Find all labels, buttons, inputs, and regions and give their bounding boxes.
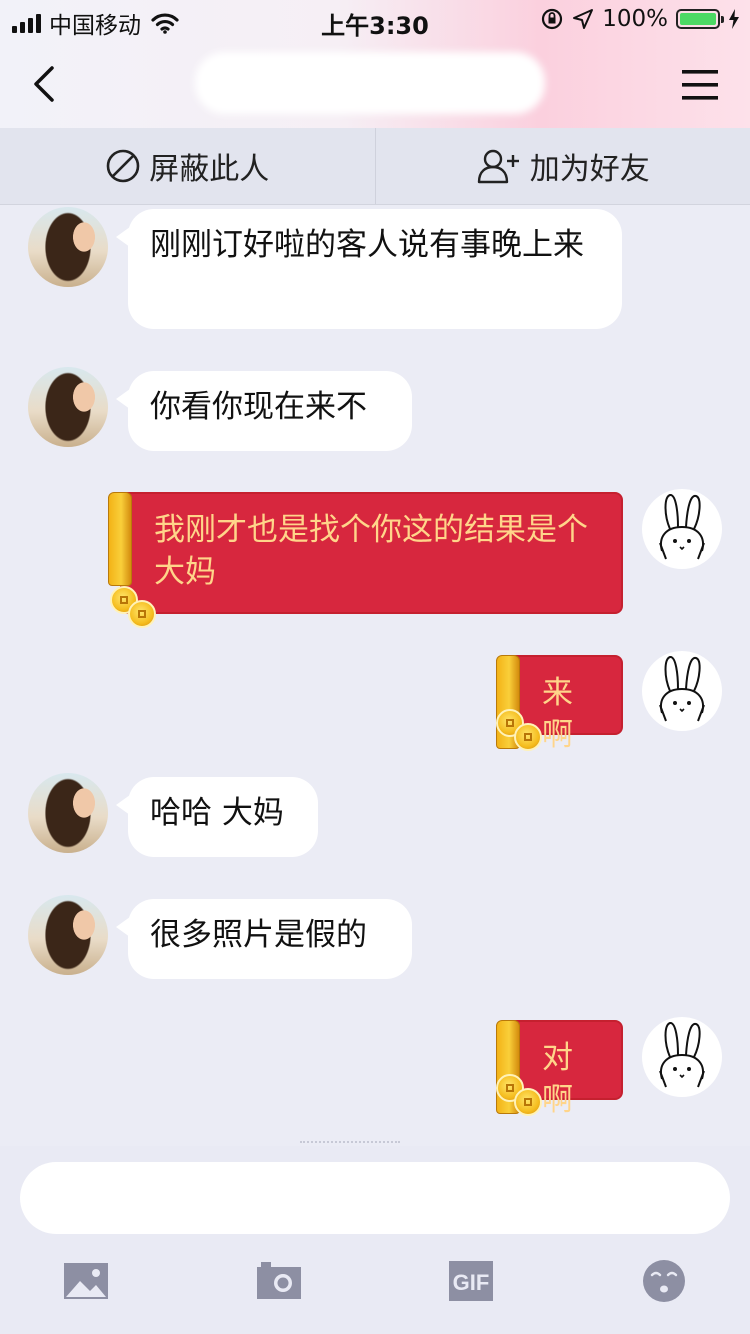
add-user-icon bbox=[477, 149, 519, 184]
contact-avatar[interactable] bbox=[28, 207, 108, 287]
emoji-icon[interactable] bbox=[640, 1259, 688, 1303]
battery-percent: 100% bbox=[602, 6, 668, 32]
message-bubble-outgoing[interactable]: 我刚才也是找个你这的结果是个大妈 bbox=[108, 492, 623, 628]
camera-icon[interactable] bbox=[255, 1259, 303, 1303]
gif-label: GIF bbox=[453, 1270, 490, 1295]
block-icon bbox=[106, 149, 140, 183]
coin-icon bbox=[128, 600, 156, 628]
contact-avatar[interactable] bbox=[28, 895, 108, 975]
composer-area: GIF bbox=[0, 1146, 750, 1334]
message-list[interactable]: 刚刚订好啦的客人说有事晚上来 你看你现在来不 我刚才也是找个你这的结果是个大妈 bbox=[0, 205, 750, 1145]
status-bar: 中国移动 上午3:30 100% bbox=[0, 0, 750, 40]
gif-icon[interactable]: GIF bbox=[447, 1259, 495, 1303]
message-bubble-outgoing[interactable]: 对啊 bbox=[496, 1020, 623, 1118]
message-bubble-incoming[interactable]: 哈哈 大妈 bbox=[116, 777, 318, 857]
block-user-label: 屏蔽此人 bbox=[149, 152, 270, 187]
block-user-button[interactable]: 屏蔽此人 bbox=[0, 128, 375, 204]
menu-icon[interactable] bbox=[680, 68, 720, 102]
message-bubble-outgoing[interactable]: 来啊 bbox=[496, 655, 623, 753]
my-avatar[interactable] bbox=[642, 651, 722, 731]
bunny-icon bbox=[659, 494, 705, 560]
message-text: 对啊 bbox=[542, 1040, 573, 1118]
orientation-lock-icon bbox=[542, 8, 563, 30]
action-bar: 屏蔽此人 加为好友 bbox=[0, 128, 750, 205]
scroll-decoration bbox=[108, 492, 132, 586]
message-text: 我刚才也是找个你这的结果是个大妈 bbox=[154, 512, 588, 590]
message-text: 来啊 bbox=[542, 675, 573, 753]
image-icon[interactable] bbox=[62, 1259, 110, 1303]
message-bubble-incoming[interactable]: 你看你现在来不 bbox=[116, 371, 412, 451]
message-text: 哈哈 大妈 bbox=[150, 795, 284, 831]
add-friend-label: 加为好友 bbox=[529, 152, 650, 187]
coin-icon bbox=[514, 1088, 542, 1116]
battery-icon bbox=[676, 9, 724, 29]
message-text: 很多照片是假的 bbox=[150, 917, 367, 953]
coin-icon bbox=[514, 723, 542, 751]
location-icon bbox=[573, 9, 594, 29]
bunny-icon bbox=[659, 1022, 705, 1088]
my-avatar[interactable] bbox=[642, 489, 722, 569]
chat-screen: 中国移动 上午3:30 100% 屏蔽此人 加为好友 刚刚订好啦的客人说有事晚上… bbox=[0, 0, 750, 1334]
header-area: 中国移动 上午3:30 100% bbox=[0, 0, 750, 128]
contact-avatar[interactable] bbox=[28, 773, 108, 853]
charging-icon bbox=[729, 9, 739, 29]
chat-title-redacted bbox=[195, 52, 545, 114]
back-button[interactable] bbox=[26, 62, 66, 106]
message-text: 刚刚订好啦的客人说有事晚上来 bbox=[150, 227, 584, 263]
nav-bar bbox=[0, 40, 750, 128]
message-bubble-incoming[interactable]: 刚刚订好啦的客人说有事晚上来 bbox=[116, 209, 622, 329]
add-friend-button[interactable]: 加为好友 bbox=[374, 128, 750, 204]
message-bubble-incoming[interactable]: 很多照片是假的 bbox=[116, 899, 412, 979]
status-right: 100% bbox=[540, 6, 740, 32]
message-input[interactable] bbox=[20, 1162, 730, 1234]
message-text: 你看你现在来不 bbox=[150, 389, 367, 425]
bunny-icon bbox=[659, 656, 705, 722]
contact-avatar[interactable] bbox=[28, 367, 108, 447]
my-avatar[interactable] bbox=[642, 1017, 722, 1097]
